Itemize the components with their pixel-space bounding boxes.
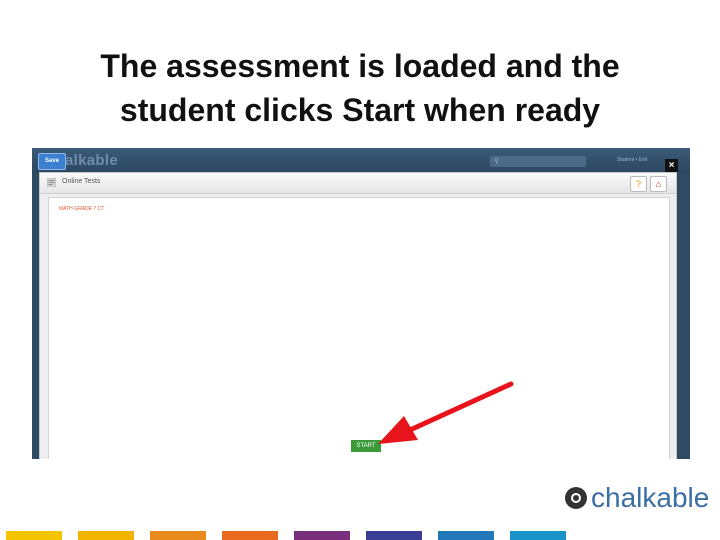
brand-text: chalkable bbox=[591, 482, 710, 513]
hint-button[interactable]: ? bbox=[630, 176, 647, 192]
app-screenshot: Save alkable ⚲ Student • Exit Online Tes… bbox=[32, 148, 690, 459]
footer-bar bbox=[150, 531, 206, 540]
app-top-bar: Save alkable ⚲ Student • Exit bbox=[32, 148, 690, 174]
footer-bar bbox=[78, 531, 134, 540]
online-tests-panel: Online Tests ? ⌂ MATH GRADE 7 CT START bbox=[39, 172, 677, 459]
start-button[interactable]: START bbox=[351, 440, 381, 452]
slide-title-line-1: The assessment is loaded and the bbox=[100, 48, 620, 84]
save-button[interactable]: Save bbox=[38, 153, 66, 170]
footer-bar bbox=[294, 531, 350, 540]
test-name: MATH GRADE 7 CT bbox=[59, 206, 105, 212]
footer-bar bbox=[6, 531, 62, 540]
app-logo: alkable bbox=[65, 152, 118, 169]
search-input[interactable]: ⚲ bbox=[490, 156, 586, 167]
footer-color-bars bbox=[0, 531, 720, 540]
slide-title: The assessment is loaded and the student… bbox=[0, 44, 720, 132]
panel-header: Online Tests ? ⌂ bbox=[40, 173, 676, 194]
footer-bar bbox=[366, 531, 422, 540]
search-icon: ⚲ bbox=[494, 158, 500, 165]
chalkable-mark-icon bbox=[565, 487, 587, 509]
footer-bar bbox=[438, 531, 494, 540]
footer-bar bbox=[510, 531, 566, 540]
panel-title: Online Tests bbox=[62, 178, 101, 185]
chalkable-logo: chalkable bbox=[565, 482, 710, 516]
tests-icon bbox=[47, 178, 56, 187]
close-button[interactable]: × bbox=[665, 159, 678, 172]
user-menu[interactable]: Student • Exit bbox=[617, 157, 647, 163]
test-content-area: MATH GRADE 7 CT START bbox=[48, 197, 670, 459]
home-button[interactable]: ⌂ bbox=[650, 176, 667, 192]
slide-title-line-2: student clicks Start when ready bbox=[119, 92, 601, 128]
footer-bar bbox=[222, 531, 278, 540]
